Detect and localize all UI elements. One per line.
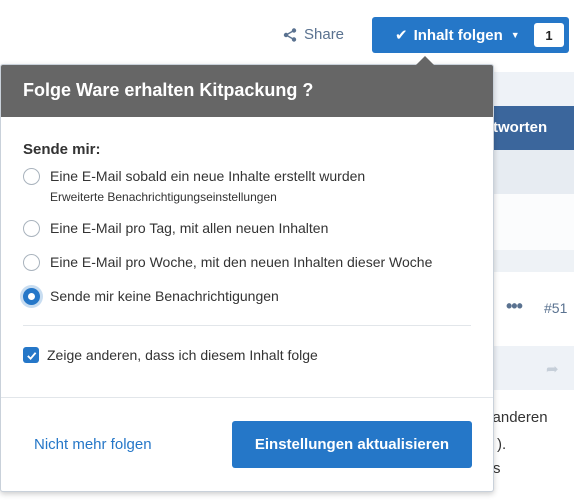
- option-label: Eine E-Mail sobald ein neue Inhalte erst…: [50, 168, 366, 184]
- page-toolbar: Share ✔ Inhalt folgen ▼ 1: [0, 0, 574, 72]
- background-text: ).: [497, 436, 507, 453]
- show-others-checkbox-row[interactable]: Zeige anderen, dass ich diesem Inhalt fo…: [23, 347, 471, 363]
- update-settings-button[interactable]: Einstellungen aktualisieren: [232, 421, 472, 468]
- popup-title: Folge Ware erhalten Kitpackung ?: [1, 65, 493, 117]
- follow-button-main[interactable]: ✔ Inhalt folgen ▼: [372, 26, 520, 45]
- show-others-checkbox[interactable]: [23, 347, 39, 363]
- background-row: [493, 250, 574, 272]
- divider: [23, 325, 471, 326]
- share-label: Share: [304, 26, 345, 43]
- post-number[interactable]: #51: [544, 300, 567, 316]
- share-icon: [283, 27, 297, 42]
- checkmark-icon: ✔: [395, 27, 408, 44]
- follow-label: Inhalt folgen: [413, 26, 503, 44]
- popup-caret: [416, 56, 434, 65]
- option-weekly-email[interactable]: Eine E-Mail pro Woche, mit den neuen Inh…: [23, 254, 471, 271]
- checkmark-icon: [26, 351, 36, 360]
- reply-icon[interactable]: ➦: [546, 360, 559, 378]
- follow-settings-popup: Folge Ware erhalten Kitpackung ? Sende m…: [0, 64, 494, 492]
- background-tab-label: tworten: [493, 119, 548, 136]
- follow-button[interactable]: ✔ Inhalt folgen ▼ 1: [372, 17, 569, 53]
- show-others-label: Zeige anderen, dass ich diesem Inhalt fo…: [47, 347, 318, 363]
- radio-weekly-email[interactable]: [23, 254, 40, 271]
- advanced-settings-link[interactable]: Erweiterte Benachrichtigungseinstellunge…: [50, 190, 365, 204]
- popup-footer: Nicht mehr folgen Einstellungen aktualis…: [1, 397, 493, 491]
- background-row: [493, 346, 574, 390]
- option-label: Eine E-Mail pro Woche, mit den neuen Inh…: [50, 254, 433, 270]
- chevron-down-icon: ▼: [510, 30, 520, 40]
- option-no-notifications[interactable]: Sende mir keine Benachrichtigungen: [23, 288, 471, 305]
- radio-daily-email[interactable]: [23, 220, 40, 237]
- option-label: Eine E-Mail pro Tag, mit allen neuen Inh…: [50, 220, 329, 236]
- background-strip: [493, 72, 574, 106]
- background-tab-bar[interactable]: tworten: [493, 106, 574, 150]
- follow-count-badge: 1: [534, 23, 564, 47]
- background-row: [493, 150, 574, 194]
- send-label: Sende mir:: [23, 141, 101, 158]
- background-row: [493, 194, 574, 250]
- share-button[interactable]: Share: [283, 26, 344, 43]
- radio-no-notifications[interactable]: [23, 288, 40, 305]
- ellipsis-icon[interactable]: •••: [506, 296, 523, 317]
- option-instant-email[interactable]: Eine E-Mail sobald ein neue Inhalte erst…: [23, 168, 471, 204]
- popup-body: Sende mir: Eine E-Mail sobald ein neue I…: [1, 117, 493, 363]
- option-daily-email[interactable]: Eine E-Mail pro Tag, mit allen neuen Inh…: [23, 220, 471, 237]
- unfollow-link[interactable]: Nicht mehr folgen: [34, 436, 152, 453]
- radio-instant-email[interactable]: [23, 168, 40, 185]
- background-text: s: [493, 460, 501, 477]
- option-label: Sende mir keine Benachrichtigungen: [50, 288, 279, 304]
